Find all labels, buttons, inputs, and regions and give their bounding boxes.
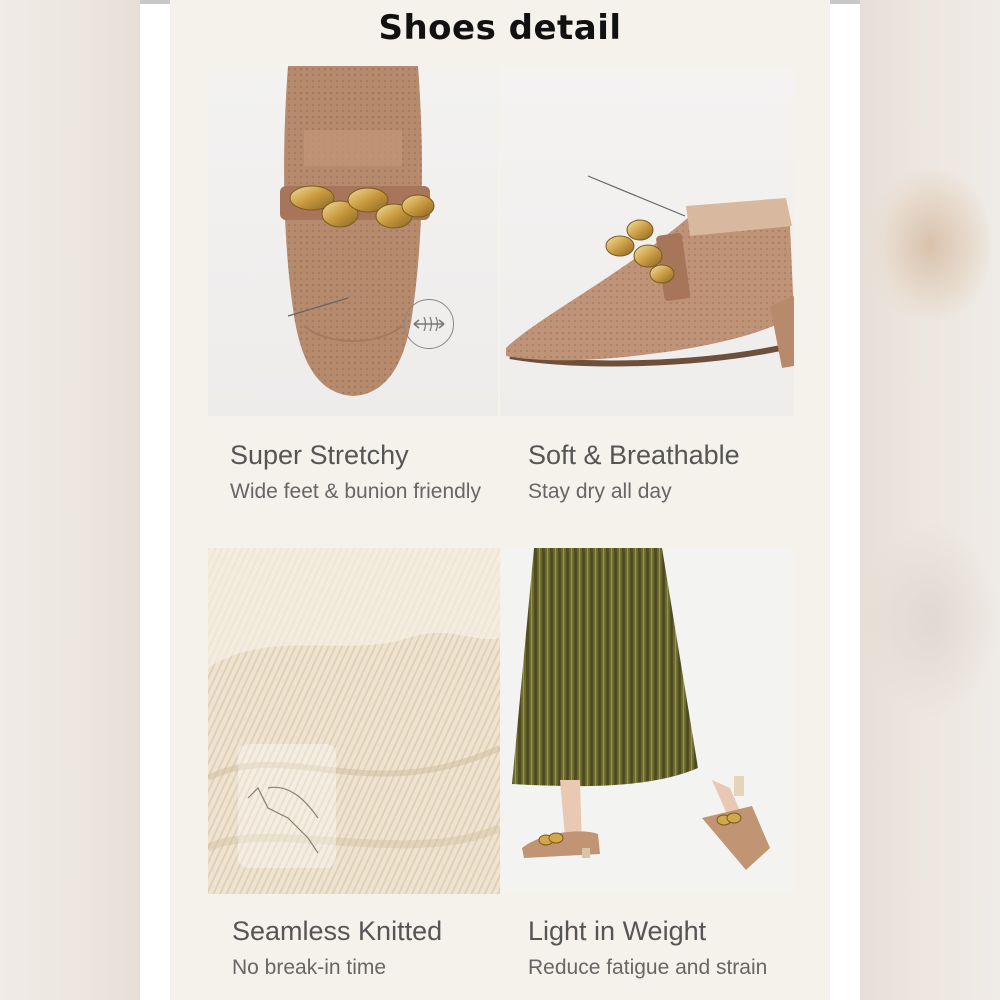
feature-title-stretchy: Super Stretchy	[230, 440, 409, 470]
background-right	[860, 0, 1000, 1000]
detail-card: Shoes detail Super Stretchy Wide feet & …	[170, 0, 830, 1000]
page-title: Shoes detail	[378, 8, 622, 48]
product-detail-panel: Shoes detail Super Stretchy Wide feet & …	[140, 0, 860, 1000]
shoe-outline-icon	[238, 744, 336, 868]
photo-shoe-top-view	[208, 66, 498, 416]
blurred-image	[860, 520, 1000, 720]
shoe-top-view-image	[280, 66, 435, 396]
stretch-icon-glyph	[413, 316, 445, 332]
feature-subtitle-breathable: Stay dry all day	[528, 480, 672, 503]
blurred-shoe-image	[870, 170, 990, 320]
photo-knitted-fabric	[208, 548, 500, 894]
shoe-side-view-image	[506, 175, 794, 368]
feature-title-light: Light in Weight	[528, 916, 707, 946]
feature-subtitle-stretchy: Wide feet & bunion friendly	[230, 480, 481, 503]
photo-shoe-side-view	[500, 66, 794, 416]
feature-subtitle-light: Reduce fatigue and strain	[528, 956, 768, 979]
feature-title-breathable: Soft & Breathable	[528, 440, 740, 470]
model-wearing-shoes-image	[502, 548, 794, 894]
background-left	[0, 0, 140, 1000]
feature-subtitle-seamless: No break-in time	[232, 956, 387, 979]
photo-model-skirt-shoes	[502, 548, 794, 894]
feature-title-seamless: Seamless Knitted	[232, 916, 443, 946]
